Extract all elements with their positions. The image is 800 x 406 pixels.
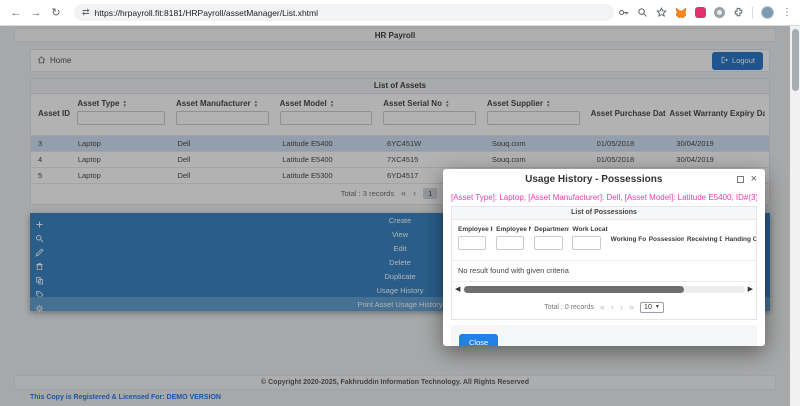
close-button[interactable]: Close [459, 334, 498, 347]
column-header-possession-id[interactable]: Possession ID [646, 236, 684, 243]
usage-history-dialog: Usage History - Possessions × [Asset Typ… [443, 169, 765, 346]
browser-toolbar: ← → ↻ ⇄ https://hrpayroll.fit:8181/HRPay… [0, 0, 800, 26]
camera-extension-icon[interactable] [714, 7, 725, 18]
last-page-icon[interactable]: » [629, 303, 634, 312]
column-header-department[interactable]: Department [531, 226, 569, 253]
column-header-work-location[interactable]: Work Location [569, 226, 607, 253]
column-header-working-for[interactable]: Working For [608, 236, 646, 243]
filter-employee-id-input[interactable] [458, 236, 486, 250]
bookmark-star-icon[interactable] [656, 7, 667, 18]
filter-work-location-input[interactable] [572, 236, 600, 250]
dialog-footer: Close [451, 325, 757, 347]
next-page-icon[interactable]: › [620, 303, 623, 312]
back-icon[interactable]: ← [8, 7, 24, 19]
column-header-handing-over-date[interactable]: Handing Over Date [722, 236, 756, 243]
horizontal-scrollbar: ◀ ▶ [452, 282, 756, 297]
site-info-icon[interactable]: ⇄ [82, 7, 90, 18]
scrollbar-thumb[interactable] [792, 29, 799, 91]
dialog-title: Usage History - Possessions [451, 174, 737, 185]
scroll-right-icon[interactable]: ▶ [748, 286, 753, 293]
browser-vertical-scrollbar[interactable] [790, 26, 800, 406]
maximize-icon[interactable] [737, 176, 744, 183]
url-text[interactable]: https://hrpayroll.fit:8181/HRPayroll/ass… [95, 8, 318, 18]
empty-results-message: No result found with given criteria [452, 261, 756, 282]
column-header-receiving-date[interactable]: Receiving Date [684, 236, 722, 243]
first-page-icon[interactable]: « [600, 303, 605, 312]
scroll-left-icon[interactable]: ◀ [455, 286, 460, 293]
possessions-panel-title: List of Possessions [452, 207, 756, 220]
toolbar-divider [752, 7, 753, 19]
scrollbar-thumb[interactable] [464, 286, 683, 293]
rows-per-page-select[interactable]: 10 ▼ [640, 302, 664, 313]
prev-page-icon[interactable]: ‹ [611, 303, 614, 312]
scrollbar-track[interactable] [463, 286, 744, 293]
password-key-icon[interactable] [618, 7, 629, 18]
close-icon[interactable]: × [751, 174, 757, 185]
paginator-total-label: Total : 0 records [544, 304, 594, 311]
asset-info-text: [Asset Type]: Laptop, [Asset Manufacture… [451, 193, 757, 202]
profile-avatar[interactable] [761, 6, 774, 19]
extensions-puzzle-icon[interactable] [733, 7, 744, 18]
forward-icon[interactable]: → [28, 7, 44, 19]
dialog-body: [Asset Type]: Laptop, [Asset Manufacture… [443, 190, 765, 346]
pink-extension-icon[interactable] [695, 7, 706, 18]
chrome-menu-icon[interactable]: ⋮ [782, 7, 792, 18]
filter-employee-name-input[interactable] [496, 236, 524, 250]
possessions-table-header: Employee ID Employee Name Department Wor… [452, 220, 756, 261]
zoom-search-icon[interactable] [637, 7, 648, 18]
dialog-titlebar: Usage History - Possessions × [443, 169, 765, 190]
possessions-panel: List of Possessions Employee ID Employee… [451, 206, 757, 320]
column-header-employee-id[interactable]: Employee ID [455, 226, 493, 253]
filter-department-input[interactable] [534, 236, 562, 250]
chevron-down-icon: ▼ [655, 304, 660, 310]
column-header-employee-name[interactable]: Employee Name [493, 226, 531, 253]
address-bar[interactable]: ⇄ https://hrpayroll.fit:8181/HRPayroll/a… [74, 4, 614, 21]
possessions-paginator: Total : 0 records « ‹ › » 10 ▼ [452, 297, 756, 319]
reload-icon[interactable]: ↻ [48, 6, 64, 19]
metamask-extension-icon[interactable] [675, 7, 687, 19]
